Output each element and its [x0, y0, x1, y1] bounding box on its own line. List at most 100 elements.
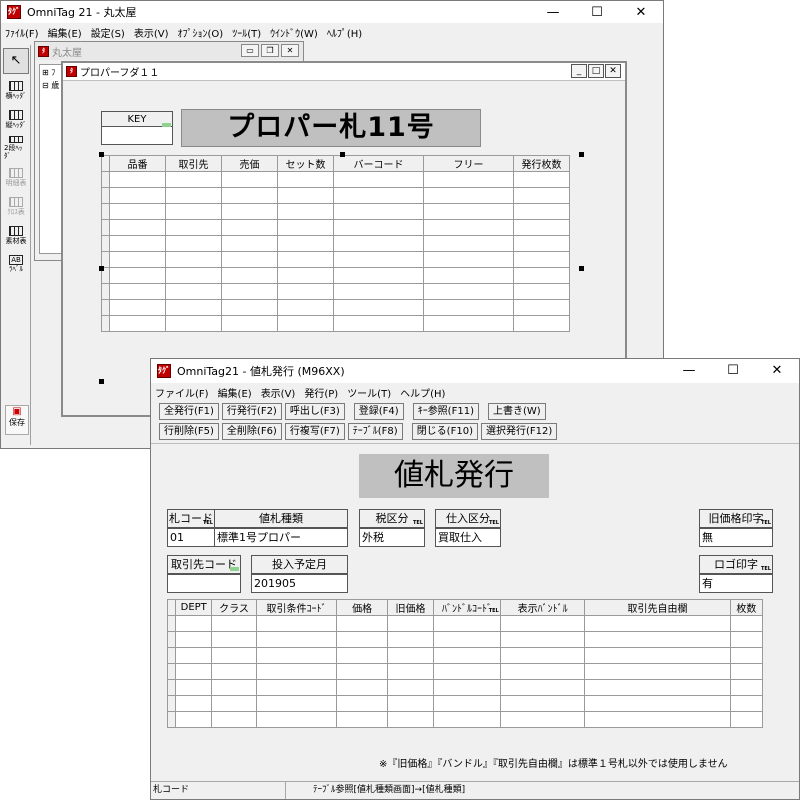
tool-vertical-header[interactable]: 縦ﾍｯﾀﾞ: [3, 106, 29, 132]
table-cell[interactable]: [109, 171, 166, 188]
table-cell[interactable]: [277, 219, 334, 236]
menu-help[interactable]: ﾍﾙﾌﾟ(H): [327, 25, 362, 40]
table-cell[interactable]: [109, 235, 166, 252]
table-cell[interactable]: [423, 315, 514, 332]
table-cell[interactable]: [584, 711, 731, 728]
pointer-tool[interactable]: ↖: [3, 48, 29, 74]
table-cell[interactable]: [433, 647, 501, 664]
table-cell[interactable]: [386, 615, 435, 632]
table-cell[interactable]: [584, 679, 731, 696]
table-cell[interactable]: [109, 283, 166, 300]
table-cell[interactable]: [386, 647, 435, 664]
table-cell[interactable]: [336, 615, 388, 632]
minimize-icon[interactable]: _: [571, 64, 587, 78]
column-header[interactable]: 旧価格: [386, 599, 435, 616]
row-header[interactable]: [101, 235, 110, 252]
selection-handle[interactable]: [99, 152, 104, 157]
row-header[interactable]: [101, 299, 110, 316]
row-header[interactable]: [101, 203, 110, 220]
key-field[interactable]: KEY: [101, 111, 173, 145]
menu-edit[interactable]: 編集(E): [218, 385, 252, 400]
issue-detail-table[interactable]: DEPT クラス 取引条件ｺｰﾄﾞ 価格 旧価格 ﾊﾞﾝﾄﾞﾙｺｰﾄﾞ TEL …: [166, 599, 764, 728]
table-cell[interactable]: [729, 695, 764, 712]
table-cell[interactable]: [499, 711, 586, 728]
table-row[interactable]: [101, 171, 570, 188]
table-cell[interactable]: [729, 711, 764, 728]
tool-horizontal-header[interactable]: 横ﾍｯﾀﾞ: [3, 77, 29, 103]
menu-file[interactable]: ﾌｧｲﾙ(F): [5, 25, 39, 40]
maximize-icon[interactable]: □: [588, 64, 604, 78]
table-cell[interactable]: [433, 615, 501, 632]
select-issue-button[interactable]: 選択発行(F12): [480, 423, 558, 440]
row-header[interactable]: [166, 711, 177, 728]
menu-view[interactable]: 表示(V): [261, 385, 296, 400]
table-cell[interactable]: [109, 251, 166, 268]
table-cell[interactable]: [165, 283, 222, 300]
table-cell[interactable]: [333, 267, 424, 284]
close-icon[interactable]: ✕: [605, 64, 621, 78]
table-cell[interactable]: [277, 299, 334, 316]
table-cell[interactable]: [336, 647, 388, 664]
close-icon[interactable]: ✕: [619, 1, 663, 23]
table-cell[interactable]: [277, 267, 334, 284]
table-cell[interactable]: [221, 251, 278, 268]
table-cell[interactable]: [499, 647, 586, 664]
issue-row-button[interactable]: 行発行(F2): [221, 403, 282, 420]
minimize-icon[interactable]: —: [531, 1, 575, 23]
column-header[interactable]: 枚数: [729, 599, 764, 616]
table-cell[interactable]: [255, 647, 338, 664]
table-cell[interactable]: [211, 647, 257, 664]
table-cell[interactable]: [513, 267, 570, 284]
issue-all-button[interactable]: 全発行(F1): [159, 403, 219, 420]
close-button[interactable]: 閉じる(F10): [411, 423, 478, 440]
table-cell[interactable]: [221, 315, 278, 332]
tool-detail-table[interactable]: 明細表: [3, 164, 29, 190]
table-cell[interactable]: [423, 235, 514, 252]
register-button[interactable]: 登録(F4): [353, 403, 404, 420]
column-header[interactable]: DEPT: [175, 599, 213, 616]
minimize-icon[interactable]: —: [667, 359, 711, 383]
tree-node[interactable]: ⊟ 歳: [42, 80, 60, 91]
table-cell[interactable]: [336, 695, 388, 712]
table-cell[interactable]: [336, 711, 388, 728]
table-cell[interactable]: [513, 251, 570, 268]
table-cell[interactable]: [423, 251, 514, 268]
table-cell[interactable]: [499, 631, 586, 648]
delete-all-button[interactable]: 全削除(F6): [221, 423, 282, 440]
table-cell[interactable]: [211, 695, 257, 712]
table-row[interactable]: [101, 283, 570, 300]
table-cell[interactable]: [729, 679, 764, 696]
table-row[interactable]: [101, 235, 570, 252]
table-cell[interactable]: [165, 203, 222, 220]
save-button[interactable]: ▣ 保存: [5, 405, 29, 435]
table-cell[interactable]: [513, 283, 570, 300]
table-cell[interactable]: [109, 315, 166, 332]
table-cell[interactable]: [423, 299, 514, 316]
table-cell[interactable]: [255, 631, 338, 648]
column-header[interactable]: フリー: [423, 155, 514, 172]
menu-issue[interactable]: 発行(P): [304, 385, 338, 400]
selection-handle[interactable]: [340, 152, 345, 157]
table-row[interactable]: [166, 711, 764, 728]
table-cell[interactable]: [255, 711, 338, 728]
table-cell[interactable]: [333, 299, 424, 316]
table-cell[interactable]: [165, 171, 222, 188]
table-cell[interactable]: [386, 663, 435, 680]
table-cell[interactable]: [386, 695, 435, 712]
table-cell[interactable]: [277, 251, 334, 268]
design-tree[interactable]: ⊞ ﾌ ⊟ 歳: [39, 64, 63, 254]
tag-code-field[interactable]: 01: [167, 528, 215, 547]
tool-material-table[interactable]: 素材表: [3, 222, 29, 248]
table-cell[interactable]: [423, 267, 514, 284]
table-row[interactable]: [101, 251, 570, 268]
overwrite-button[interactable]: 上書き(W): [487, 403, 546, 420]
menu-file[interactable]: ファイル(F): [155, 385, 209, 400]
table-cell[interactable]: [423, 187, 514, 204]
table-cell[interactable]: [423, 219, 514, 236]
row-header[interactable]: [166, 695, 177, 712]
tool-two-tier-header[interactable]: 2段ﾍｯﾀﾞ: [3, 135, 29, 161]
old-price-print-field[interactable]: 無: [699, 528, 773, 547]
table-cell[interactable]: [221, 283, 278, 300]
table-row[interactable]: [101, 267, 570, 284]
table-cell[interactable]: [499, 695, 586, 712]
